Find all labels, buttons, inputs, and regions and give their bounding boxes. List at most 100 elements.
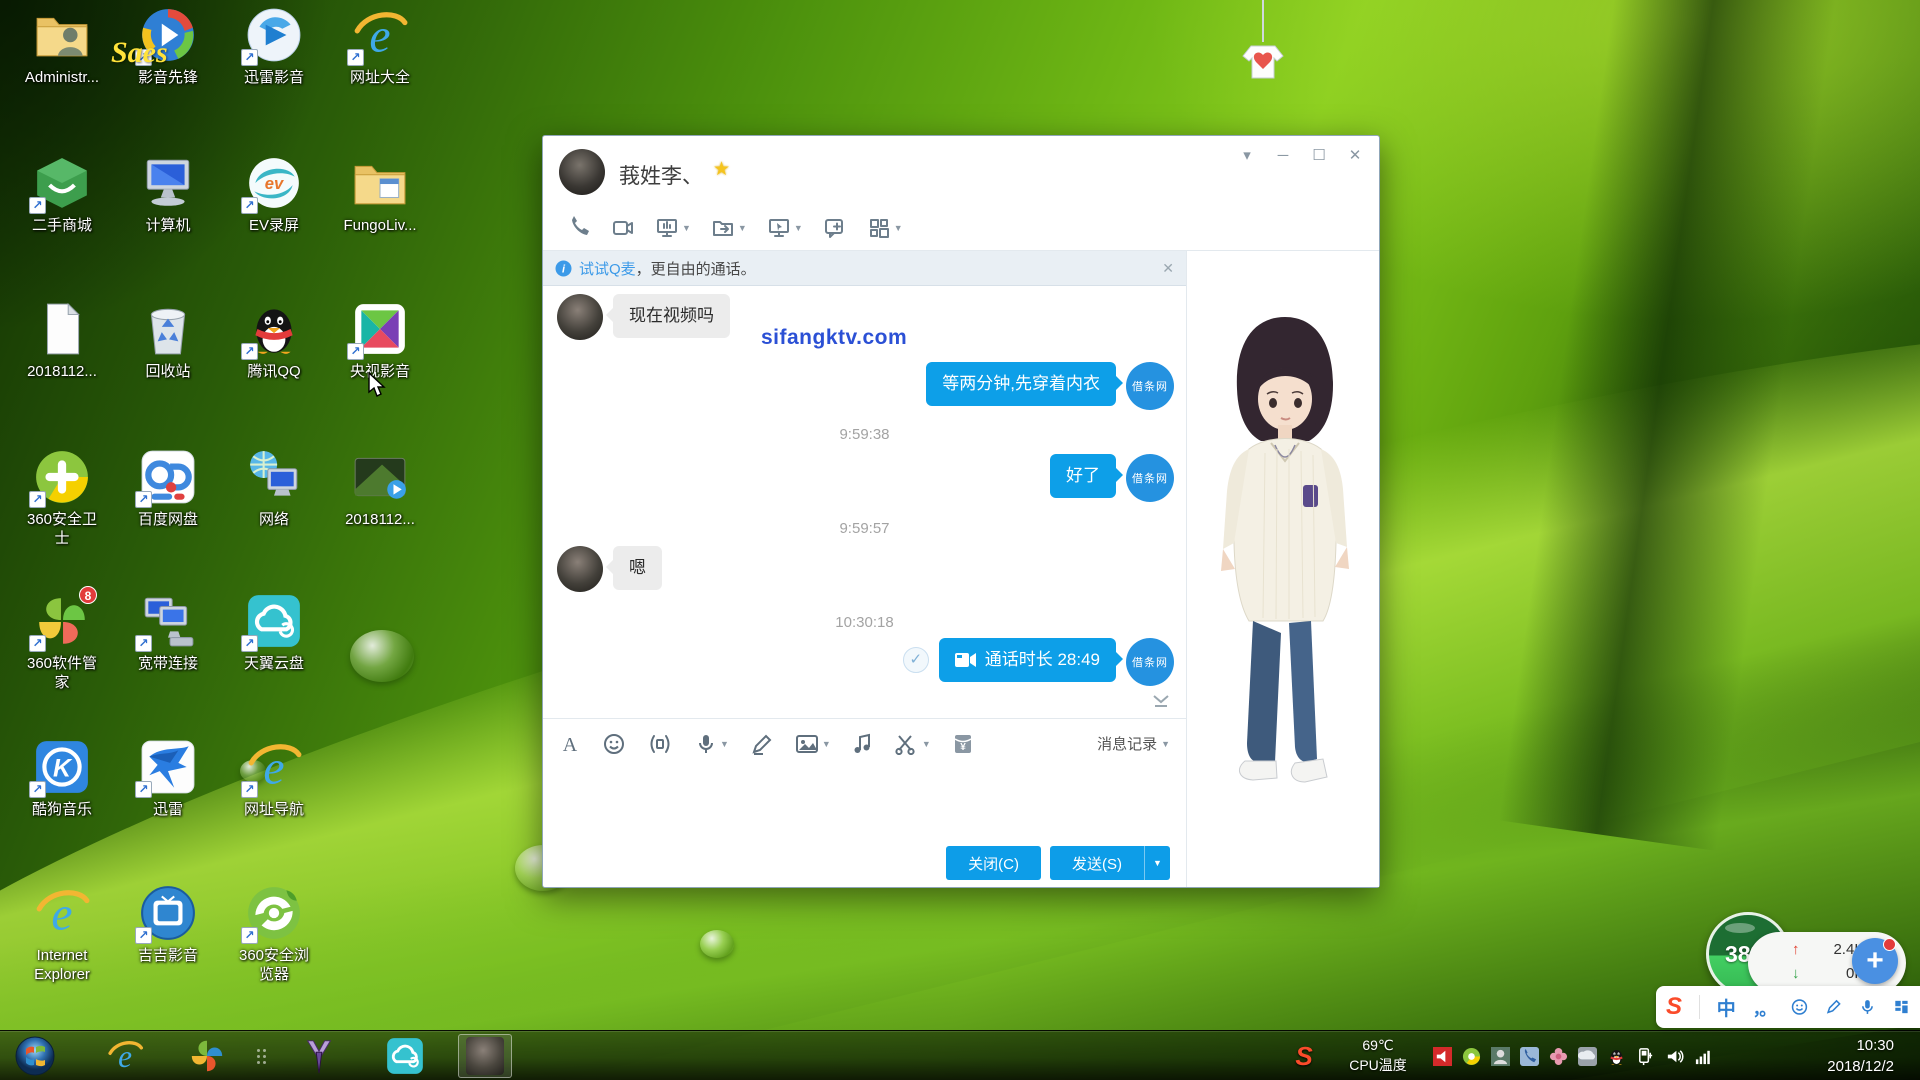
tray-network-signal-icon[interactable]: [1693, 1046, 1713, 1066]
desktop-icon-network[interactable]: 网络: [224, 448, 324, 529]
taskbar-vshape[interactable]: [292, 1034, 346, 1078]
chevron-down-icon[interactable]: ▼: [682, 223, 691, 233]
desktop-icon-recycle[interactable]: 回收站: [118, 300, 218, 381]
tray-volume-icon[interactable]: [1664, 1046, 1684, 1066]
launch-group-button[interactable]: [817, 213, 853, 243]
qqshow-girl[interactable]: [1205, 303, 1365, 803]
tray-camera-icon[interactable]: [1577, 1046, 1597, 1066]
video-call-button[interactable]: [605, 213, 641, 243]
panel-collapse-icon[interactable]: ▾: [1233, 144, 1261, 168]
taskbar-sogou-pinwheel[interactable]: [180, 1034, 234, 1078]
self-avatar[interactable]: 借条网: [1126, 454, 1174, 502]
ime-keyboard-icon[interactable]: [1893, 996, 1910, 1018]
remote-assist-button[interactable]: ▼: [761, 213, 809, 243]
tray-360-ball-icon[interactable]: [1461, 1046, 1481, 1066]
send-button[interactable]: 发送(S): [1050, 846, 1144, 880]
message-history-button[interactable]: 消息记录▼: [1097, 733, 1170, 754]
peer-avatar[interactable]: [557, 294, 603, 340]
peer-avatar[interactable]: [559, 149, 605, 195]
desktop-icon-ev_logo[interactable]: ev ↗ EV录屏: [224, 154, 324, 235]
chevron-down-icon[interactable]: ▼: [822, 739, 831, 749]
tray-phone-blue-icon[interactable]: [1519, 1046, 1539, 1066]
self-avatar[interactable]: 借条网: [1126, 638, 1174, 686]
tray-contact-icon[interactable]: [1490, 1046, 1510, 1066]
desktop-icon-computer[interactable]: 计算机: [118, 154, 218, 235]
notice-close-icon[interactable]: ✕: [1162, 260, 1174, 277]
taskbar-ie[interactable]: e: [98, 1034, 152, 1078]
desktop-icon-ie_logo[interactable]: e ↗ 网址导航: [224, 738, 324, 819]
handwrite-button[interactable]: [751, 733, 773, 755]
minimize-button[interactable]: ─: [1269, 144, 1297, 168]
speedball-plus-button[interactable]: +: [1852, 938, 1898, 984]
outgoing-message-bubble[interactable]: 等两分钟,先穿着内衣: [926, 362, 1116, 406]
screen-share-button[interactable]: ▼: [649, 213, 697, 243]
font-button[interactable]: A: [559, 733, 581, 755]
tray-power-plug-icon[interactable]: [1635, 1046, 1655, 1066]
desktop-icon-kugou[interactable]: K ↗ 酷狗音乐: [12, 738, 112, 819]
desktop-icon-green_cube[interactable]: ↗ 二手商城: [12, 154, 112, 235]
incoming-message-bubble[interactable]: 嗯: [613, 546, 662, 590]
chevron-down-icon[interactable]: ▼: [922, 739, 931, 749]
tray-flower-icon[interactable]: [1548, 1046, 1568, 1066]
qqshow-hanger-shirt[interactable]: [1238, 0, 1288, 95]
taskbar-clock[interactable]: 10:30 2018/12/2: [1827, 1035, 1894, 1077]
window-shake-button[interactable]: [647, 733, 673, 755]
desktop-icon-baidu_pan[interactable]: ↗ 百度网盘: [118, 448, 218, 529]
call-duration-bubble[interactable]: 通话时长 28:49: [939, 638, 1116, 682]
ime-emoji-icon[interactable]: [1791, 996, 1808, 1018]
desktop-icon-ie_logo[interactable]: e Internet Explorer: [12, 884, 112, 984]
desktop-icon-broadband[interactable]: ↗ 宽带连接: [118, 592, 218, 673]
desktop-icon-doc_file[interactable]: 2018112...: [12, 300, 112, 381]
tray-red-speaker-icon[interactable]: [1432, 1046, 1452, 1066]
voice-call-button[interactable]: [561, 213, 597, 243]
taskbar-chat-avatar[interactable]: [458, 1034, 512, 1078]
taskbar-cloud-app[interactable]: [378, 1034, 432, 1078]
message-input[interactable]: [543, 768, 1186, 834]
send-options-dropdown[interactable]: ▼: [1144, 846, 1170, 880]
apps-button[interactable]: ▼: [861, 213, 909, 243]
red-packet-button[interactable]: ¥: [953, 733, 973, 755]
desktop-icon-shield360[interactable]: ↗ 360安全卫 士: [12, 448, 112, 548]
notice-link[interactable]: 试试Q麦: [579, 261, 636, 278]
desktop-icon-ie_logo[interactable]: e ↗ 网址大全: [330, 6, 430, 87]
desktop-icon-saes_player[interactable]: ↗ Saes 影音先锋: [118, 6, 218, 87]
ime-handwrite-icon[interactable]: [1825, 996, 1842, 1018]
ime-punctuation[interactable]: ，。: [1753, 995, 1775, 1020]
close-button[interactable]: ✕: [1341, 144, 1369, 168]
tray-qq-icon[interactable]: [1606, 1046, 1626, 1066]
chevron-down-icon[interactable]: ▼: [794, 223, 803, 233]
music-button[interactable]: [853, 733, 873, 755]
desktop-icon-qq_penguin[interactable]: ↗ 腾讯QQ: [224, 300, 324, 381]
outgoing-message-bubble[interactable]: 好了: [1050, 454, 1116, 498]
maximize-button[interactable]: ☐: [1305, 144, 1333, 168]
desktop-icon-xunlei_play[interactable]: ↗ 迅雷影音: [224, 6, 324, 87]
desktop-icon-browser360[interactable]: ↗ 360安全浏 览器: [224, 884, 324, 984]
desktop-icon-jiji[interactable]: ↗ 吉吉影音: [118, 884, 218, 965]
taskbar-start[interactable]: [8, 1034, 62, 1078]
tray-sogou-icon[interactable]: S: [1284, 1034, 1324, 1078]
desktop-icon-admin_folder[interactable]: Administr...: [12, 6, 112, 87]
desktop-icon-xunlei_bird[interactable]: ↗ 迅雷: [118, 738, 218, 819]
window-titlebar[interactable]: 莪姓李、 ★ ▾ ─ ☐ ✕: [543, 136, 1379, 206]
taskbar-grip[interactable]: [252, 1034, 270, 1078]
chevron-down-icon[interactable]: ▼: [720, 739, 729, 749]
screenshot-button[interactable]: ▼: [895, 733, 931, 755]
ime-mode-chinese[interactable]: 中: [1717, 994, 1736, 1021]
desktop-icon-video_file[interactable]: 2018112...: [330, 448, 430, 529]
image-button[interactable]: ▼: [795, 733, 831, 755]
incoming-message-bubble[interactable]: 现在视频吗: [613, 294, 730, 338]
file-transfer-button[interactable]: ▼: [705, 213, 753, 243]
peer-avatar[interactable]: [557, 546, 603, 592]
sogou-logo[interactable]: S: [1666, 993, 1682, 1021]
self-avatar[interactable]: 借条网: [1126, 362, 1174, 410]
scroll-to-bottom-icon[interactable]: [1152, 694, 1170, 713]
desktop-icon-soft360[interactable]: ↗ 8 360软件管 家: [12, 592, 112, 692]
close-chat-button[interactable]: 关闭(C): [946, 846, 1041, 880]
emoji-button[interactable]: [603, 733, 625, 755]
desktop-icon-tianyi[interactable]: ↗ 天翼云盘: [224, 592, 324, 673]
ime-mic-icon[interactable]: [1859, 996, 1876, 1018]
chevron-down-icon[interactable]: ▼: [894, 223, 903, 233]
voice-record-button[interactable]: ▼: [695, 733, 729, 755]
desktop-icon-cctv[interactable]: ↗ 央视影音: [330, 300, 430, 381]
desktop-icon-folder_app[interactable]: FungoLiv...: [330, 154, 430, 235]
